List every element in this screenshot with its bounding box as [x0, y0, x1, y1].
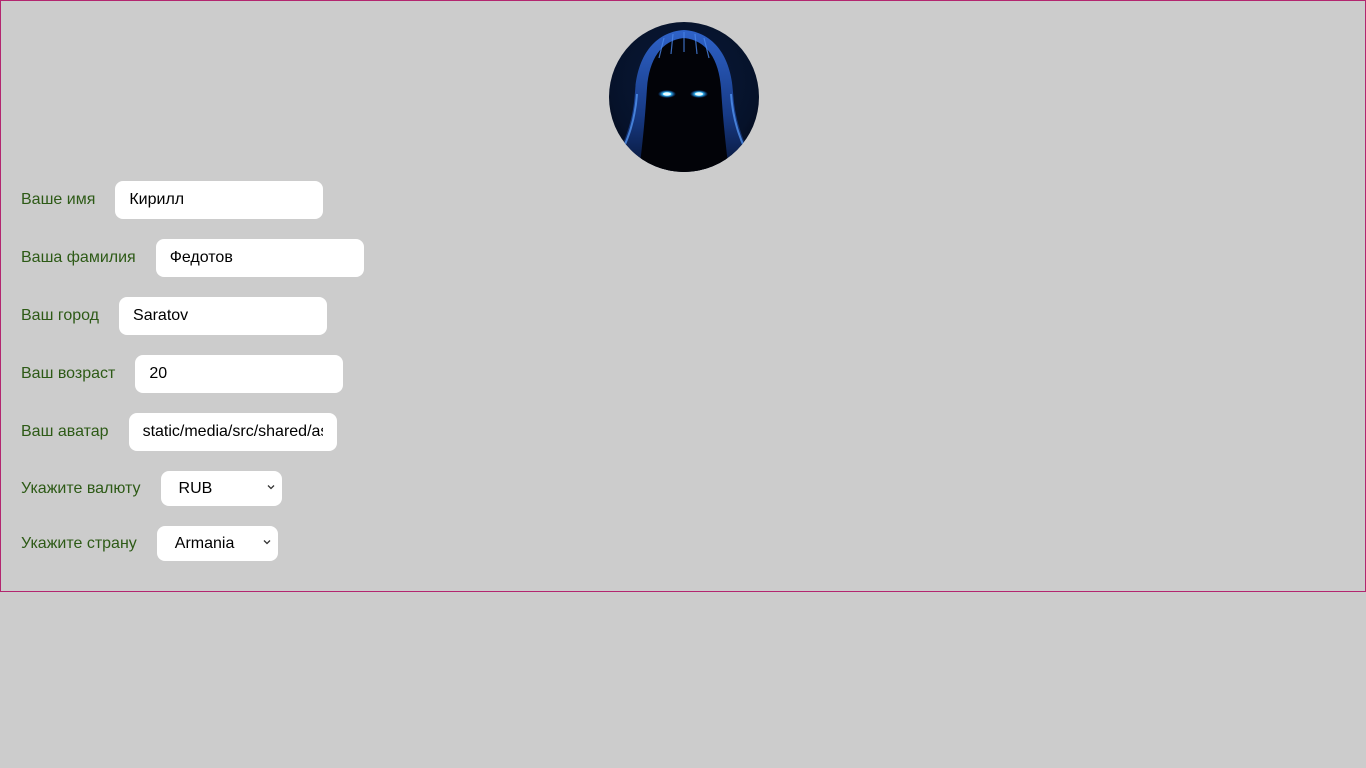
currency-label: Укажите валюту	[21, 479, 141, 497]
first-name-row: Ваше имя	[21, 181, 324, 219]
last-name-row: Ваша фамилия	[21, 239, 364, 277]
city-label: Ваш город	[21, 307, 100, 324]
currency-row: Укажите валюту RUB	[21, 471, 282, 506]
country-row: Укажите страну Armania	[21, 526, 278, 561]
country-select[interactable]: Armania	[156, 526, 278, 561]
currency-select[interactable]: RUB	[160, 471, 282, 506]
chevron-down-icon	[267, 485, 275, 490]
first-name-input[interactable]	[115, 181, 324, 219]
hooded-figure-icon	[609, 22, 759, 172]
country-select-value: Armania	[174, 534, 235, 552]
city-input[interactable]	[119, 297, 328, 335]
first-name-label: Ваше имя	[21, 191, 96, 208]
age-row: Ваш возраст	[21, 355, 344, 393]
profile-avatar	[609, 22, 759, 172]
chevron-down-icon	[263, 540, 271, 545]
currency-select-value: RUB	[178, 479, 213, 497]
last-name-label: Ваша фамилия	[21, 249, 136, 266]
age-input[interactable]	[135, 355, 344, 393]
avatar-url-input[interactable]	[128, 413, 337, 451]
city-row: Ваш город	[21, 297, 328, 335]
avatar-row: Ваш аватар	[21, 413, 337, 451]
age-label: Ваш возраст	[21, 365, 116, 382]
last-name-input[interactable]	[155, 239, 364, 277]
avatar-label: Ваш аватар	[21, 423, 109, 440]
profile-card: Ваше имя Ваша фамилия Ваш город Ваш возр…	[0, 0, 1366, 592]
country-label: Укажите страну	[21, 534, 137, 552]
